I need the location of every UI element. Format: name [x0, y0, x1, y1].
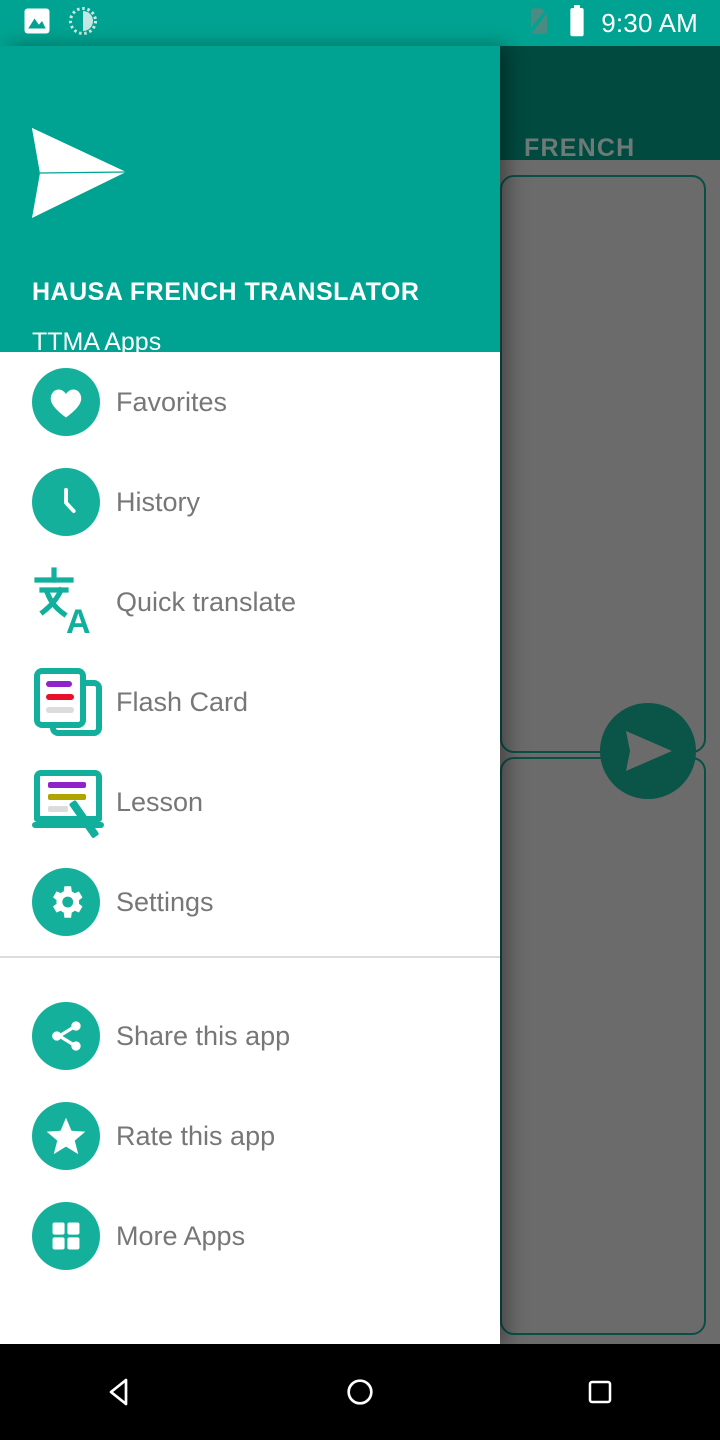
nav-home-button[interactable] [300, 1344, 420, 1440]
sync-progress-icon [68, 6, 98, 41]
back-triangle-icon [109, 1378, 128, 1406]
drawer-item-quick-translate[interactable]: A Quick translate [0, 552, 500, 652]
drawer-item-settings[interactable]: Settings [0, 852, 500, 952]
status-bar-left-icons [22, 0, 98, 46]
drawer-item-more-apps[interactable]: More Apps [0, 1186, 500, 1286]
send-icon [626, 731, 672, 771]
drawer-header: HAUSA FRENCH TRANSLATOR TTMA Apps [0, 46, 500, 356]
status-bar-right-icons: 9:30 AM [525, 0, 698, 46]
drawer-app-title: HAUSA FRENCH TRANSLATOR [32, 278, 420, 306]
drawer-item-label: Rate this app [116, 1120, 276, 1151]
target-text-card[interactable] [500, 757, 706, 1335]
drawer-item-rate-app[interactable]: Rate this app [0, 1086, 500, 1186]
appbar-language-label: FRENCH [524, 134, 636, 162]
svg-text:A: A [66, 603, 91, 637]
phone-screen: FRENCH 9:30 AM HAUSA FRENCH TRANSLATOR T… [0, 0, 720, 1440]
drawer-item-label: Flash Card [116, 686, 249, 717]
drawer-item-label: More Apps [116, 1220, 246, 1251]
status-bar: 9:30 AM [0, 0, 720, 46]
drawer-divider [0, 956, 500, 958]
share-icon [32, 1002, 112, 1070]
grid-icon [32, 1202, 112, 1270]
star-icon [32, 1102, 112, 1170]
drawer-menu-list: Favorites History A Quick translate Flas… [0, 352, 500, 1286]
drawer-item-favorites[interactable]: Favorites [0, 352, 500, 452]
lesson-icon [32, 768, 112, 839]
home-circle-icon [347, 1379, 373, 1405]
heart-icon [32, 368, 112, 436]
image-icon [22, 6, 52, 41]
source-text-card[interactable] [500, 175, 706, 753]
translate-send-fab[interactable] [600, 703, 696, 799]
navigation-drawer: HAUSA FRENCH TRANSLATOR TTMA Apps Favori… [0, 46, 500, 1344]
drawer-item-label: Share this app [116, 1020, 291, 1051]
clock-icon [32, 468, 112, 536]
nav-recents-button[interactable] [540, 1344, 660, 1440]
battery-full-icon [567, 4, 587, 42]
drawer-item-flash-card[interactable]: Flash Card [0, 652, 500, 752]
drawer-item-lesson[interactable]: Lesson [0, 752, 500, 852]
nav-back-button[interactable] [60, 1344, 180, 1440]
flash-card-icon [32, 668, 112, 736]
drawer-item-label: Lesson [116, 786, 204, 817]
drawer-item-label: Favorites [116, 386, 228, 417]
drawer-item-history[interactable]: History [0, 452, 500, 552]
android-nav-bar [0, 1344, 720, 1440]
clock-time: 9:30 AM [601, 7, 698, 38]
paper-plane-logo [30, 126, 130, 225]
gear-icon [32, 868, 112, 936]
drawer-item-label: Quick translate [116, 586, 297, 617]
translate-icon: A [32, 567, 112, 637]
no-sim-icon [525, 6, 553, 41]
drawer-item-label: Settings [116, 886, 214, 917]
drawer-item-share-app[interactable]: Share this app [0, 986, 500, 1086]
drawer-item-label: History [116, 486, 201, 517]
recents-square-icon [588, 1380, 612, 1404]
